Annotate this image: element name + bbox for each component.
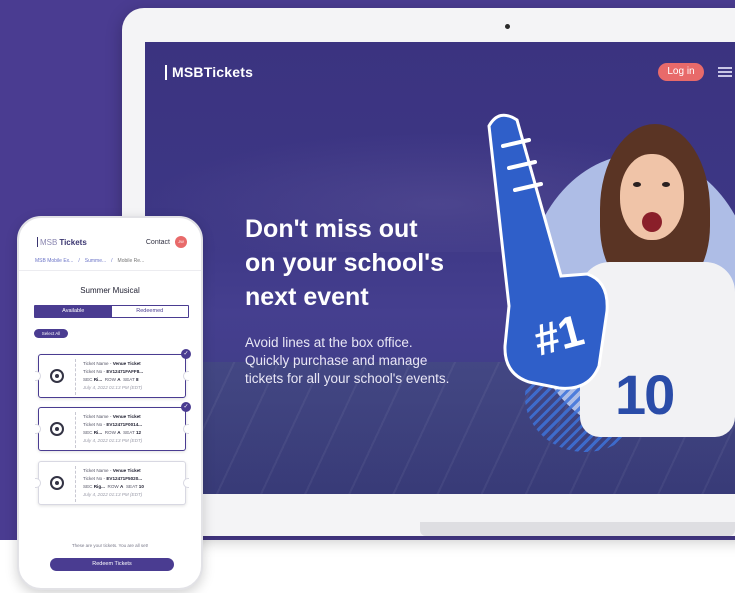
sec-value: Ri... [93,430,103,435]
ticket-info: Ticket Name - Venue Ticket Ticket No - E… [83,360,183,392]
select-all-button[interactable]: Select All [34,329,68,338]
ticket-notch [35,424,41,434]
laptop-camera [505,24,510,29]
ticket-notch [35,371,41,381]
jersey-number: 10 [615,363,675,426]
ticket-no-label: Ticket No - [83,369,106,374]
sec-label: SEC [83,377,93,382]
ticket-name: Venue Ticket [112,361,141,366]
site-logo[interactable]: MSBTickets [165,64,253,80]
laptop-screen: MSBTickets Log in Don't miss out on your… [145,42,735,494]
row-value: A [117,430,121,435]
tab-redeemed[interactable]: Redeemed [111,306,188,317]
ticket-card[interactable]: Ticket Name - Venue Ticket Ticket No - E… [35,349,191,398]
ticket-notch [183,424,189,434]
ticket-name-label: Ticket Name - [83,414,112,419]
breadcrumb-item-3: Mobile Re... [117,258,145,264]
avatar[interactable]: JW [175,236,187,248]
hamburger-menu-icon[interactable] [718,67,732,77]
ticket-perforation [75,466,76,502]
ticket-icon [50,369,64,383]
check-icon[interactable]: ✓ [181,349,191,359]
ticket-no: EV12471FAFF8... [106,369,144,374]
subtext-line-1: Avoid lines at the box office. [245,335,413,350]
headline-line-3: next event [245,283,369,311]
ticket-icon [50,476,64,490]
breadcrumb-item-1[interactable]: MSB Mobile Ex... [35,258,73,264]
ticket-perforation [75,412,76,448]
ticket-card[interactable]: Ticket Name - Venue Ticket Ticket No - E… [35,402,191,451]
laptop-base [420,522,735,536]
ticket-notch [183,478,189,488]
headline-line-1: Don't miss out [245,215,418,243]
contact-link[interactable]: Contact [146,239,170,246]
headline-line-2: on your school's [245,249,445,277]
ticket-name: Venue Ticket [112,468,141,473]
ticket-status-toggle: Available Redeemed [34,305,189,318]
ticket-no: EV12471F0014... [106,422,143,427]
breadcrumb-item-2[interactable]: Summe... [85,258,106,264]
phone-logo[interactable]: MSB Tickets [37,237,87,247]
foam-finger-icon: #1 [487,113,609,390]
header-divider [19,270,201,271]
sec-label: SEC [83,484,93,489]
hero-subtext: Avoid lines at the box office. Quickly p… [245,334,505,388]
page-title: Summer Musical [80,286,140,295]
fan-mouth [642,212,662,232]
ticket-no: EV12471F5020... [106,476,143,481]
phone-header: MSB Tickets Contact JW [37,234,187,250]
fan-right-eye [662,182,670,187]
ticket-perforation [75,359,76,395]
ticket-card[interactable]: Ticket Name - Venue Ticket Ticket No - E… [35,461,189,505]
redeem-tickets-button[interactable]: Redeem Tickets [50,558,174,571]
phone-logo-bar [37,237,38,247]
contact-area: Contact JW [146,236,187,248]
footer-message: These are your tickets. You are all set! [71,543,149,548]
phone-logo-prefix: MSB [40,237,58,247]
seat-value: 12 [136,430,142,435]
sec-value: Rig... [93,484,105,489]
seat-label: SEAT [123,377,135,382]
seat-label: SEAT [123,430,135,435]
tab-available[interactable]: Available [35,306,112,317]
row-label: ROW [104,377,116,382]
phone-logo-suffix: Tickets [59,237,87,247]
ticket-date: July 4, 2022 01:13 PM (EDT) [83,385,143,390]
login-button[interactable]: Log in [658,63,704,81]
row-value: A [117,377,121,382]
ticket-no-label: Ticket No - [83,476,106,481]
breadcrumb-separator: / [111,258,113,264]
subtext-line-3: tickets for all your school's events. [245,371,450,386]
ticket-name-label: Ticket Name - [83,468,112,473]
breadcrumb-separator: / [78,258,80,264]
row-label: ROW [104,430,116,435]
fan-left-eye [633,182,641,187]
subtext-line-2: Quickly purchase and manage [245,353,428,368]
hero-headline: Don't miss out on your school's next eve… [245,212,495,314]
breadcrumb: MSB Mobile Ex... / Summe... / Mobile Re.… [35,258,195,264]
check-icon[interactable]: ✓ [181,402,191,412]
seat-value: 8 [136,377,139,382]
site-logo-text: MSBTickets [172,64,254,80]
ticket-info: Ticket Name - Venue Ticket Ticket No - E… [83,467,183,499]
sec-label: SEC [83,430,93,435]
sec-value: Ri... [93,377,103,382]
ticket-no-label: Ticket No - [83,422,106,427]
ticket-name: Venue Ticket [112,414,141,419]
row-label: ROW [107,484,119,489]
ticket-notch [183,371,189,381]
logo-bar [165,64,167,80]
ticket-icon [50,422,64,436]
phone-frame: MSB Tickets Contact JW MSB Mobile Ex... /… [17,216,203,590]
row-value: A [120,484,124,489]
ticket-name-label: Ticket Name - [83,361,112,366]
seat-value: 10 [138,484,144,489]
ticket-info: Ticket Name - Venue Ticket Ticket No - E… [83,413,183,445]
seat-label: SEAT [125,484,138,489]
ticket-date: July 4, 2022 01:13 PM (EDT) [83,438,143,443]
ticket-notch [35,478,41,488]
ticket-date: July 4, 2022 01:13 PM (EDT) [83,492,143,497]
